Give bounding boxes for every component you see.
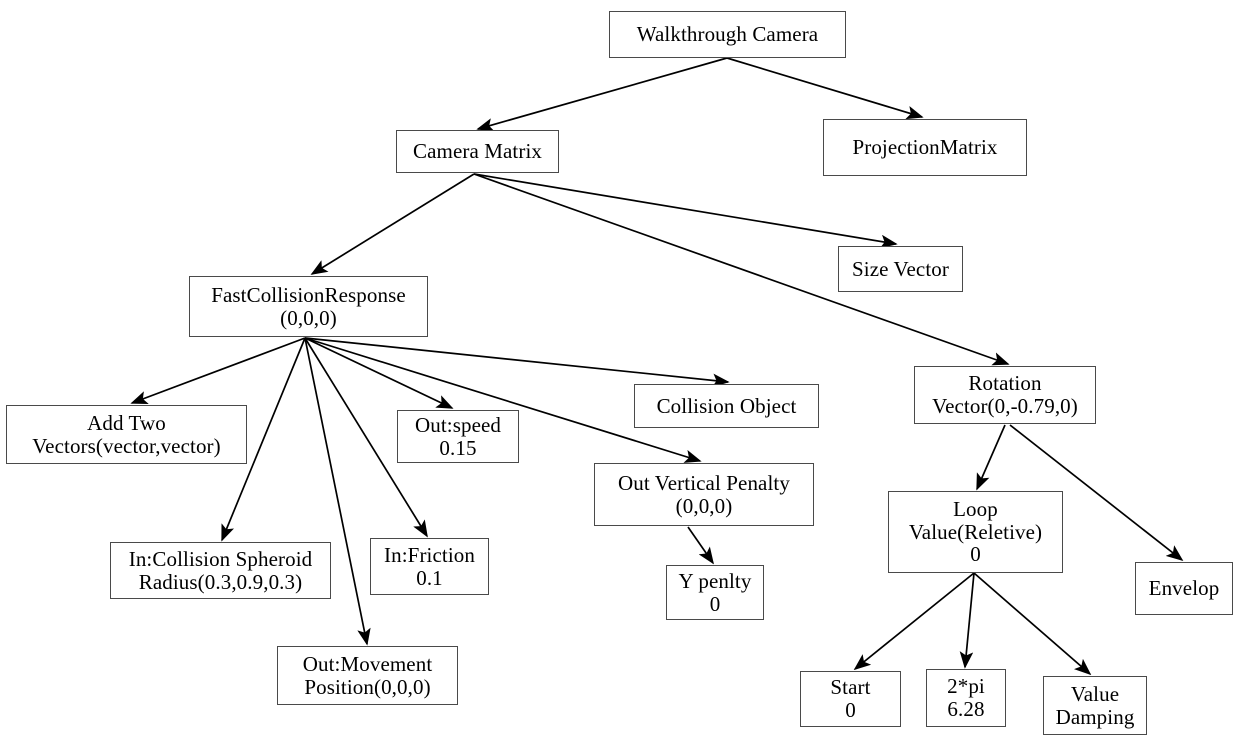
node-label-two-pi-1: 2*pi <box>947 674 985 699</box>
node-label-start-1: Start <box>830 675 871 700</box>
edge-walkthrough-to-camera-matrix <box>476 57 728 132</box>
edge-loop-value-to-start <box>853 572 975 671</box>
node-add-two-vectors[interactable]: Add Two Vectors(vector,vector) <box>6 405 247 464</box>
node-label-out-movement-1: Out:Movement <box>302 651 433 676</box>
node-label-projection-matrix-1: ProjectionMatrix <box>852 135 998 160</box>
node-y-penlty[interactable]: Y penlty 0 <box>666 565 764 620</box>
node-label-y-penlty-2: 0 <box>709 591 721 616</box>
node-label-out-vertical-penalty-1: Out Vertical Penalty <box>618 470 790 495</box>
node-label-loop-value-2: Value(Reletive) <box>908 519 1043 544</box>
node-start[interactable]: Start 0 <box>800 671 901 727</box>
node-label-value-damping-2: Damping <box>1055 704 1135 729</box>
diagram-canvas: Walkthrough Camera Camera Matrix Projectio… <box>0 0 1240 746</box>
edge-fast-collision-to-collision-object <box>304 337 730 388</box>
node-in-friction[interactable]: In:Friction 0.1 <box>370 538 489 595</box>
node-label-out-speed-1: Out:speed <box>414 412 502 437</box>
node-label-loop-value-1: Loop <box>953 496 998 521</box>
node-out-speed[interactable]: Out:speed 0.15 <box>397 410 519 463</box>
node-label-y-penlty-1: Y penlty <box>678 568 752 593</box>
node-label-in-friction-1: In:Friction <box>384 542 475 567</box>
node-label-two-pi-2: 6.28 <box>947 697 985 721</box>
node-label-out-movement-2: Position(0,0,0) <box>304 674 431 699</box>
edge-loop-value-to-value-damping <box>973 572 1092 676</box>
node-label-in-collision-spheroid-2: Radius(0.3,0.9,0.3) <box>138 569 303 594</box>
node-label-camera-matrix-1: Camera Matrix <box>412 139 542 164</box>
node-label-add-two-vectors-2: Vectors(vector,vector) <box>32 433 221 458</box>
node-label-out-vertical-penalty-2: (0,0,0) <box>675 493 733 518</box>
node-label-out-speed-2: 0.15 <box>439 435 477 460</box>
node-label-rotation-vector-2: Vector(0,-0.79,0) <box>932 394 1078 418</box>
node-label-envelop-1: Envelop <box>1148 576 1220 601</box>
node-rotation-vector[interactable]: Rotation Vector(0,-0.79,0) <box>914 366 1096 424</box>
node-two-pi[interactable]: 2*pi 6.28 <box>926 669 1006 727</box>
edge-rotation-to-loop-value <box>976 424 1006 491</box>
node-out-vertical-penalty[interactable]: Out Vertical Penalty (0,0,0) <box>594 463 814 526</box>
node-camera-matrix[interactable]: Camera Matrix <box>396 130 559 173</box>
node-label-walkthrough-camera-1: Walkthrough Camera <box>636 22 819 47</box>
edge-out-vertical-penalty-to-y-penlty <box>687 526 714 565</box>
node-envelop[interactable]: Envelop <box>1135 562 1233 615</box>
edge-fast-collision-to-out-speed <box>304 337 454 409</box>
node-value-damping[interactable]: Value Damping <box>1043 676 1147 735</box>
node-label-in-collision-spheroid-1: In:Collision Spheroid <box>128 546 313 571</box>
node-label-value-damping-1: Value <box>1070 681 1120 706</box>
node-in-collision-spheroid[interactable]: In:Collision Spheroid Radius(0.3,0.9,0.3) <box>110 542 331 599</box>
node-fast-collision-response[interactable]: FastCollisionResponse (0,0,0) <box>189 276 428 337</box>
edge-loop-value-to-two-pi <box>959 572 975 669</box>
node-size-vector[interactable]: Size Vector <box>838 246 963 292</box>
node-walkthrough-camera[interactable]: Walkthrough Camera <box>609 11 846 58</box>
node-label-fast-collision-response-2: (0,0,0) <box>280 305 337 330</box>
node-label-collision-object-1: Collision Object <box>656 393 797 418</box>
edge-camera-matrix-to-size-vector <box>473 173 898 249</box>
edge-fast-collision-to-add-two-vectors <box>130 337 306 404</box>
edge-camera-matrix-to-fast-collision <box>310 173 475 275</box>
node-projection-matrix[interactable]: ProjectionMatrix <box>823 119 1027 176</box>
node-label-start-2: 0 <box>845 698 856 722</box>
node-label-add-two-vectors-1: Add Two <box>87 410 166 435</box>
node-out-movement[interactable]: Out:Movement Position(0,0,0) <box>277 646 458 705</box>
node-label-fast-collision-response-1: FastCollisionResponse <box>211 282 406 307</box>
node-label-in-friction-2: 0.1 <box>416 565 443 590</box>
node-label-size-vector-1: Size Vector <box>852 256 949 281</box>
edge-walkthrough-to-projection-matrix <box>726 57 924 120</box>
node-loop-value[interactable]: Loop Value(Reletive) 0 <box>888 491 1063 573</box>
node-label-rotation-vector-1: Rotation <box>968 371 1042 396</box>
node-collision-object[interactable]: Collision Object <box>634 384 819 428</box>
node-label-loop-value-3: 0 <box>970 542 981 567</box>
